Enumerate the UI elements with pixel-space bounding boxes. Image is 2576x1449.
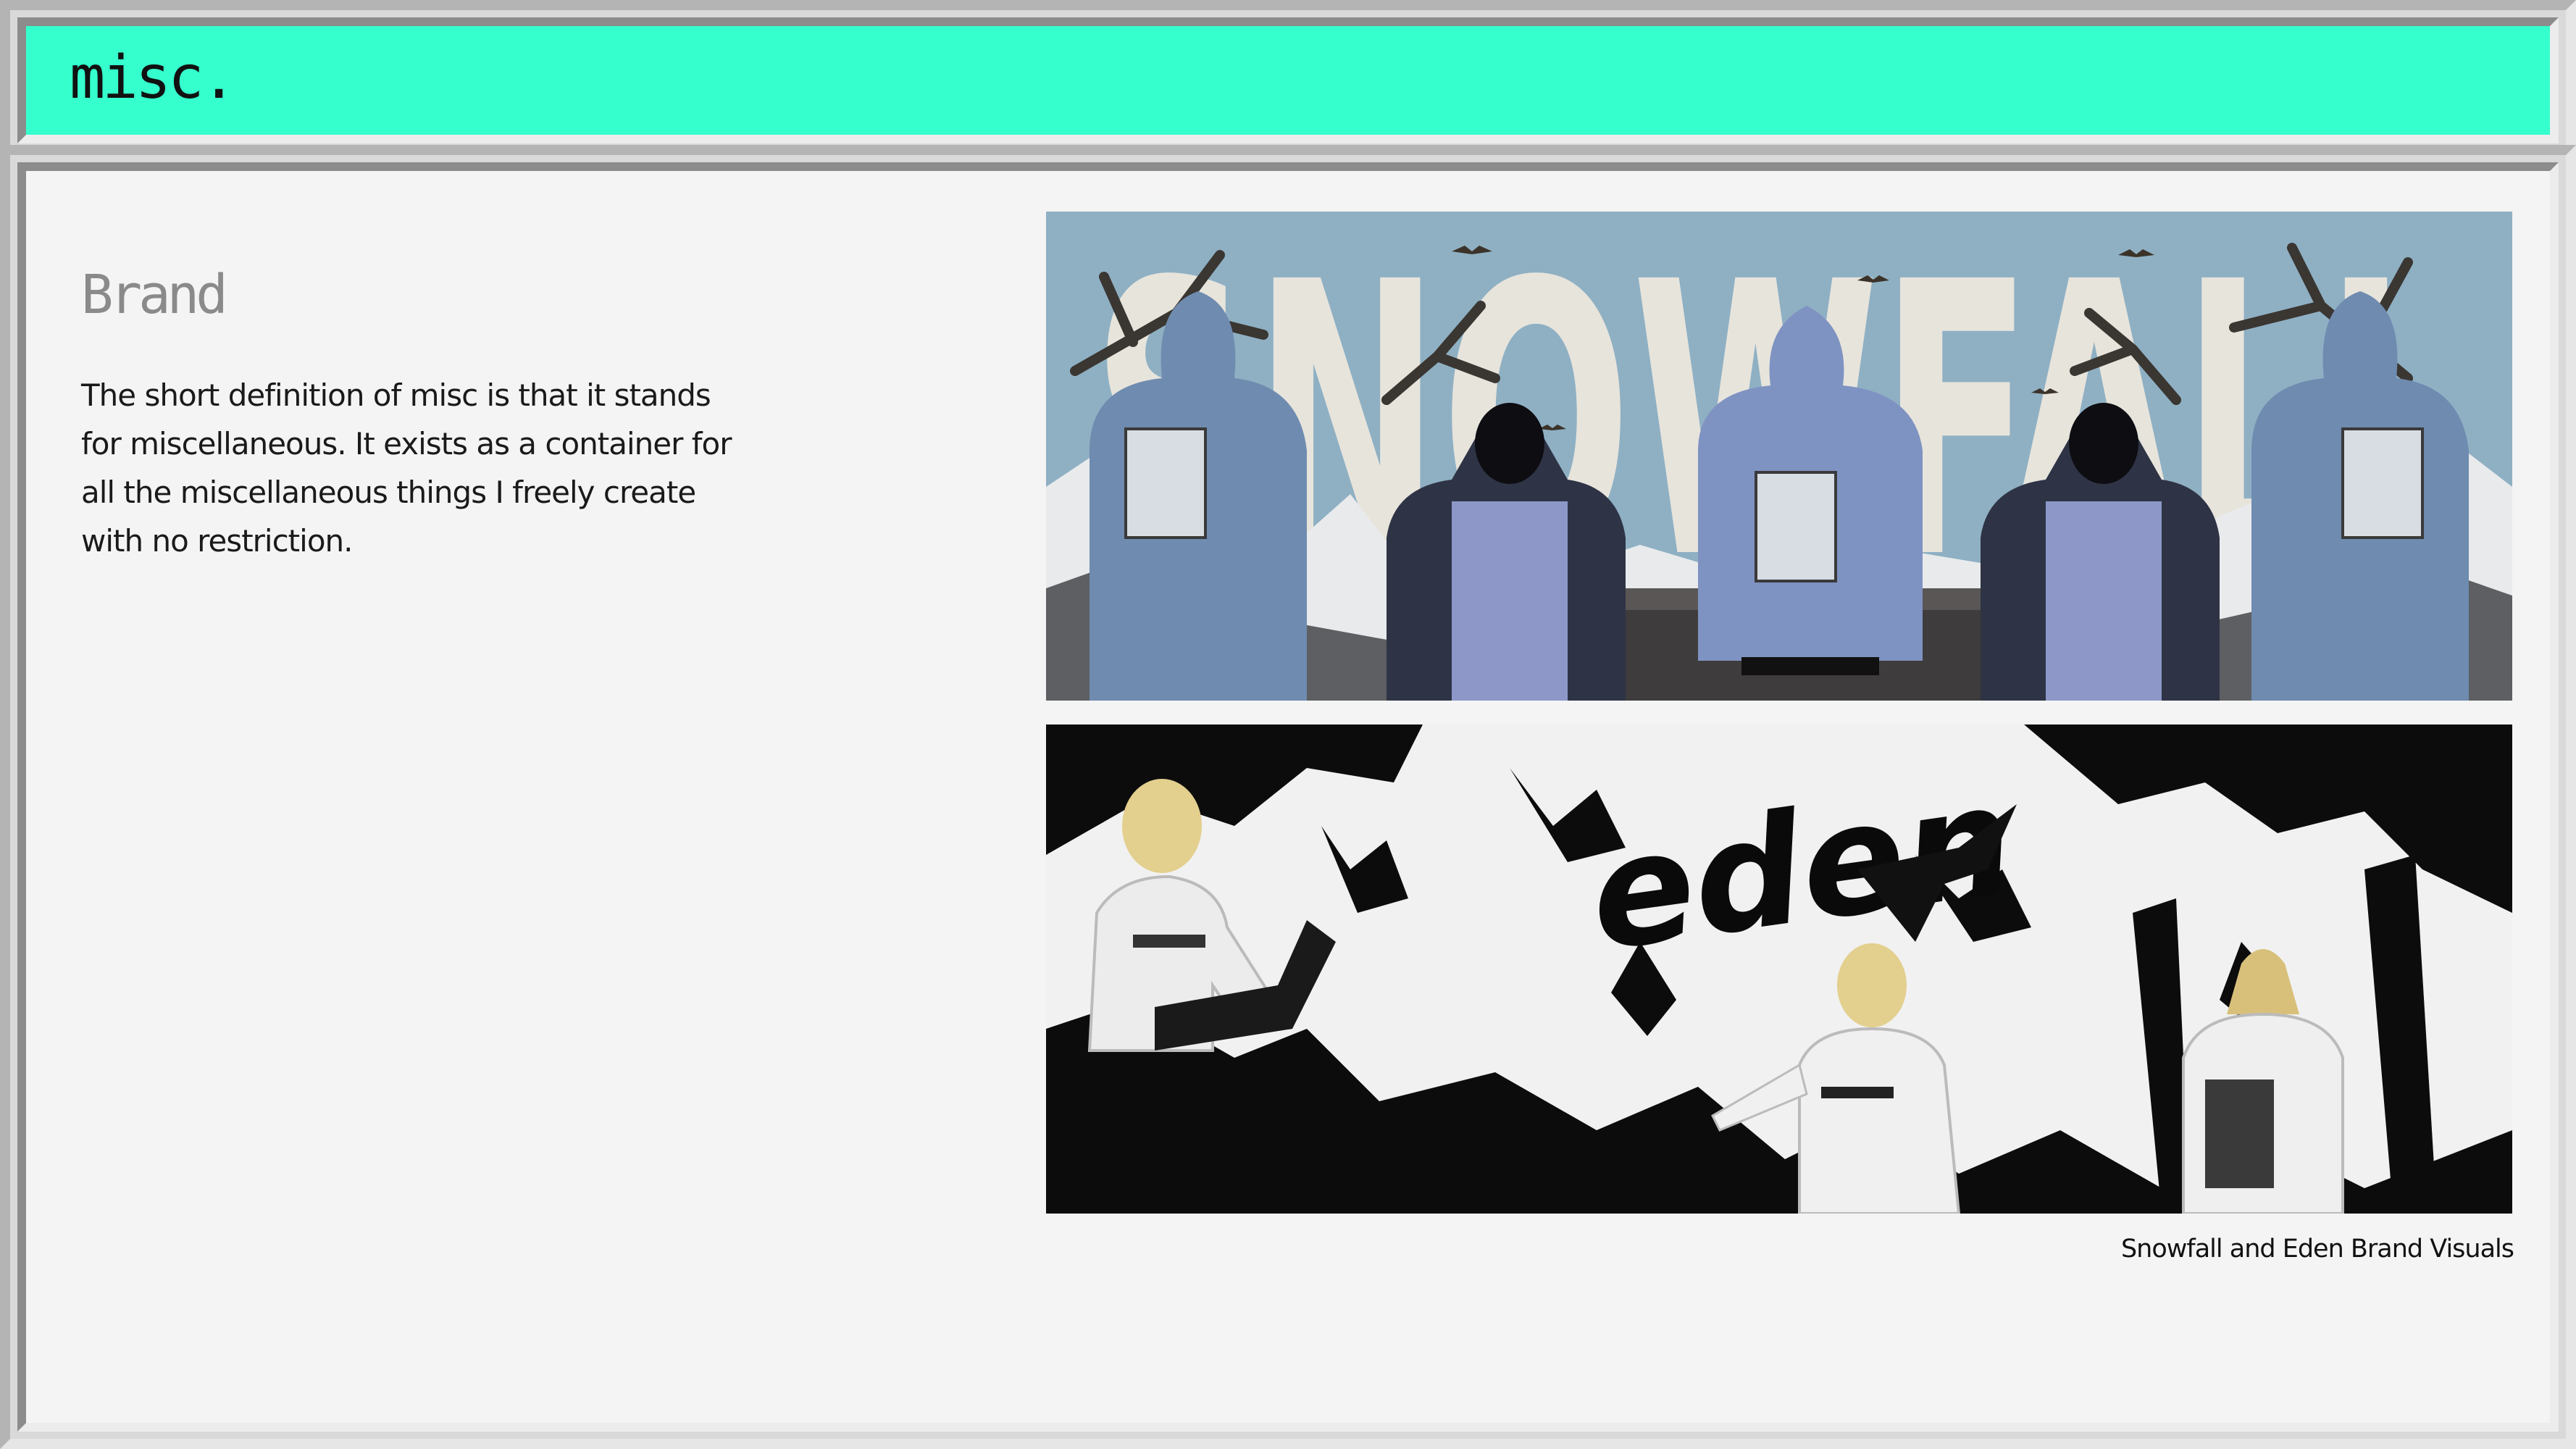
section-heading: Brand (81, 264, 228, 326)
title-bar-frame: misc. (0, 0, 2576, 161)
content-window-frame: Brand The short definition of misc is th… (0, 145, 2576, 1449)
window-title: misc. (70, 43, 237, 112)
brand-description: The short definition of misc is that it … (81, 377, 732, 559)
eden-brand-image: eden (1046, 724, 2512, 1214)
title-bar[interactable]: misc. (17, 17, 2559, 143)
content-panel: Brand The short definition of misc is th… (17, 162, 2559, 1432)
image-caption: Snowfall and Eden Brand Visuals (2120, 1235, 2514, 1264)
snowfall-brand-image: SNOWFALL (1046, 212, 2512, 701)
